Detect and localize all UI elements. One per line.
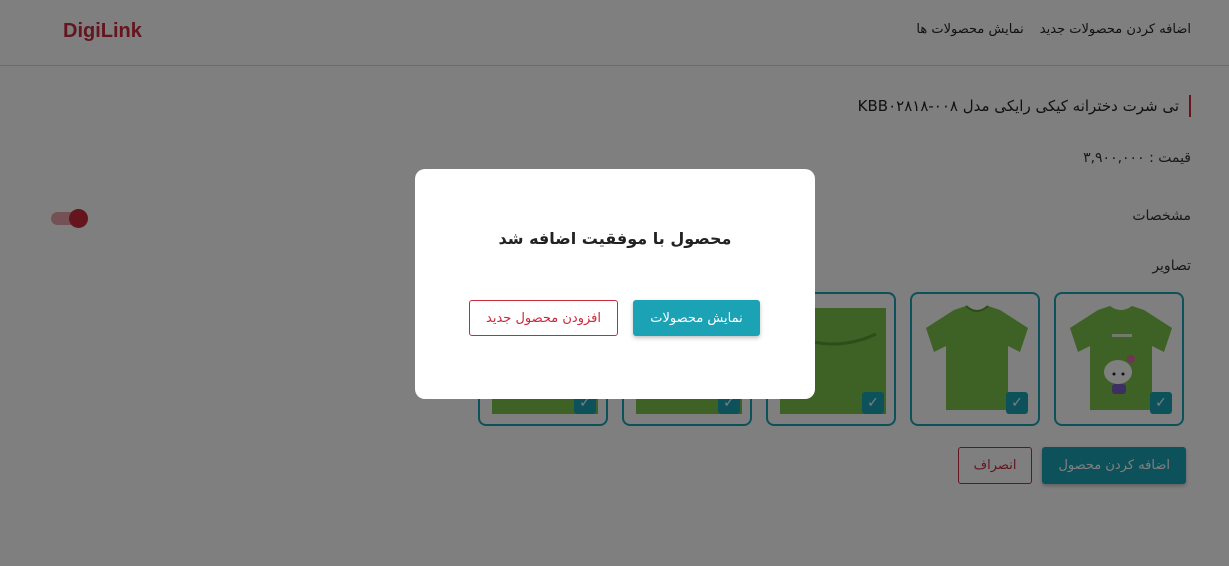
success-modal: محصول با موفقیت اضافه شد نمایش محصولات ا…	[415, 169, 815, 399]
show-products-button[interactable]: نمایش محصولات	[633, 300, 760, 336]
modal-message: محصول با موفقیت اضافه شد	[498, 229, 732, 248]
modal-actions: نمایش محصولات افزودن محصول جدید	[469, 300, 760, 336]
add-new-product-button[interactable]: افزودن محصول جدید	[469, 300, 618, 336]
